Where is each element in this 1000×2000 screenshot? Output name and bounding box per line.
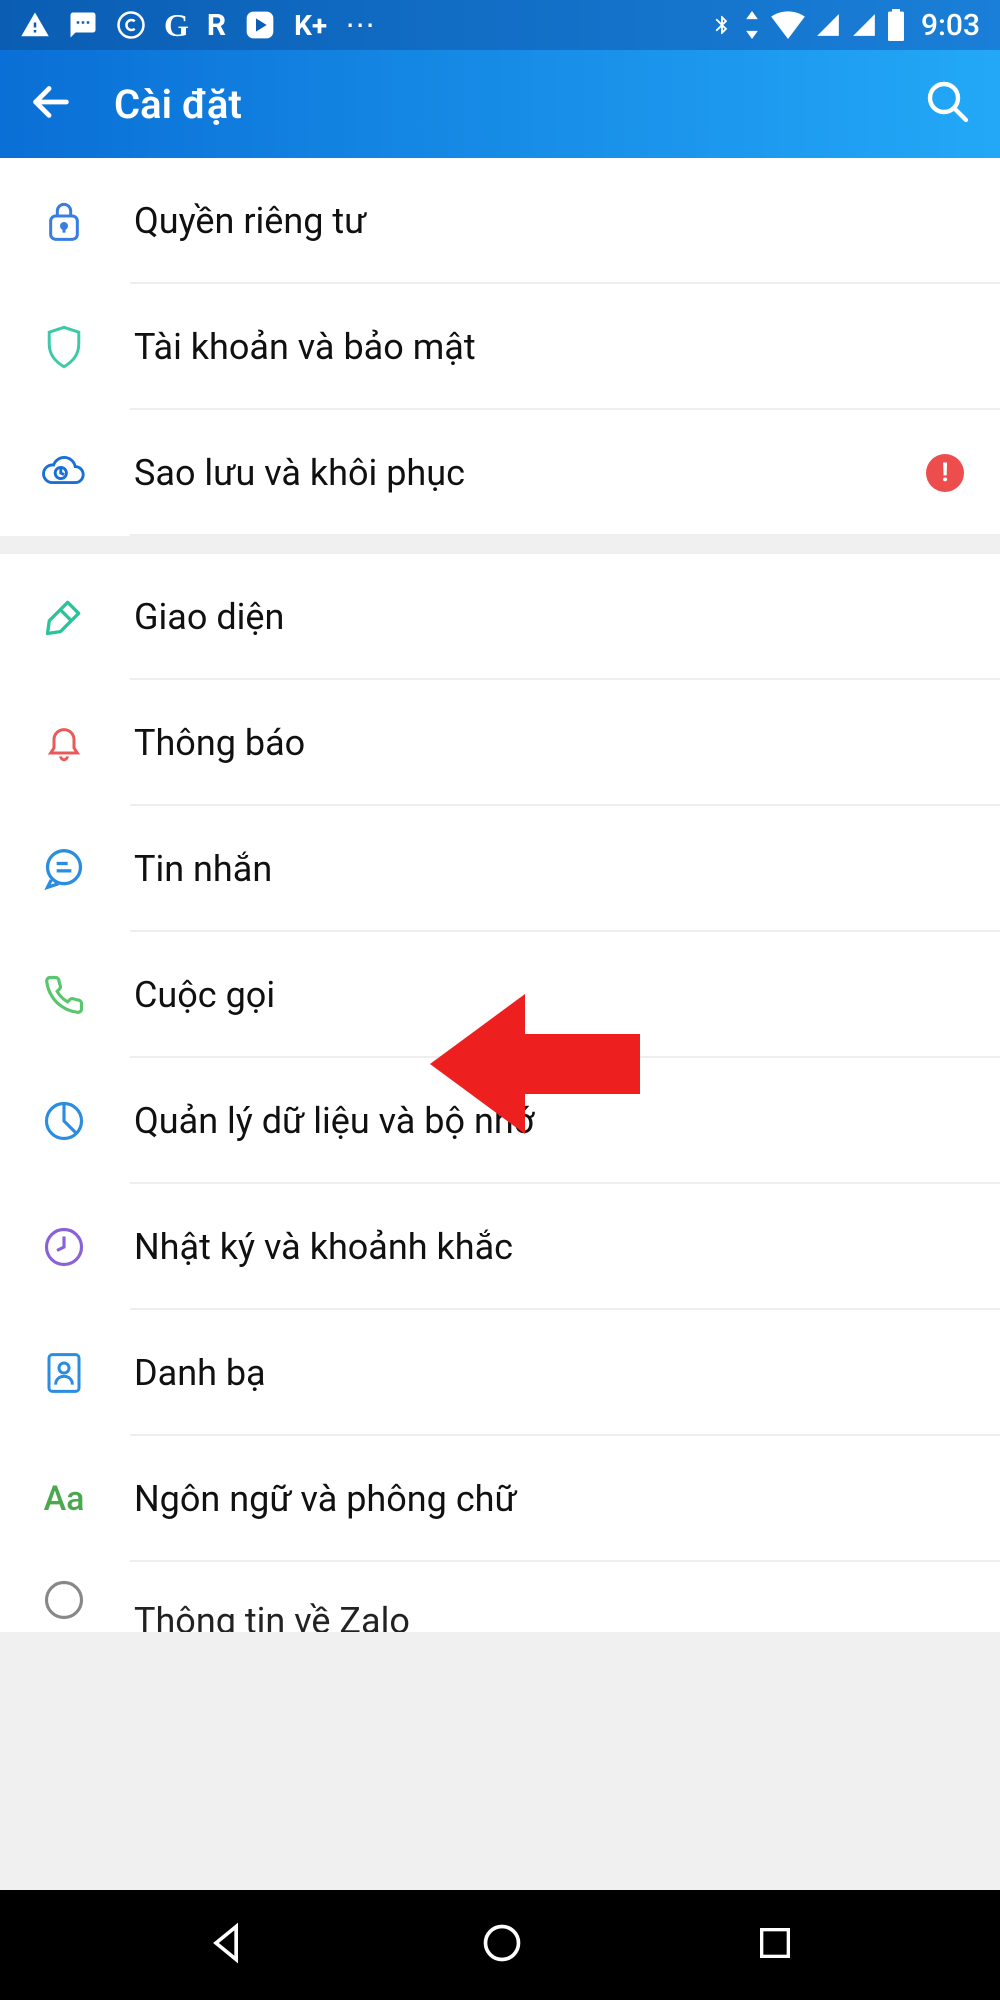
item-label: Ngôn ngữ và phông chữ bbox=[134, 1478, 964, 1520]
signal-icon-2 bbox=[851, 12, 877, 38]
bell-icon bbox=[40, 719, 88, 767]
play-icon bbox=[244, 9, 276, 41]
item-label: Quyền riêng tư bbox=[134, 200, 964, 242]
settings-item-notifications[interactable]: Thông báo bbox=[0, 680, 1000, 806]
settings-item-contacts[interactable]: Danh bạ bbox=[0, 1310, 1000, 1436]
item-label: Tài khoản và bảo mật bbox=[134, 326, 964, 368]
search-button[interactable] bbox=[924, 78, 972, 130]
wifi-icon bbox=[771, 11, 805, 39]
contact-icon bbox=[40, 1349, 88, 1397]
brush-icon bbox=[40, 593, 88, 641]
settings-item-backup-restore[interactable]: Sao lưu và khôi phục ! bbox=[0, 410, 1000, 536]
sync-icon bbox=[743, 11, 761, 39]
android-nav-bar bbox=[0, 1890, 1000, 2000]
back-button[interactable] bbox=[28, 79, 74, 129]
settings-item-messages[interactable]: Tin nhắn bbox=[0, 806, 1000, 932]
item-label: Thông tin về Zalo bbox=[134, 1600, 964, 1632]
nav-home-button[interactable] bbox=[480, 1921, 524, 1969]
status-time: 9:03 bbox=[921, 8, 980, 43]
kplus-icon: K+ bbox=[294, 9, 327, 42]
settings-item-language-font[interactable]: Aa Ngôn ngữ và phông chữ bbox=[0, 1436, 1000, 1562]
lock-icon bbox=[40, 197, 88, 245]
settings-item-calls[interactable]: Cuộc gọi bbox=[0, 932, 1000, 1058]
font-icon: Aa bbox=[40, 1475, 88, 1523]
warning-icon bbox=[20, 10, 50, 40]
chat-icon bbox=[68, 10, 98, 40]
item-label: Tin nhắn bbox=[134, 848, 964, 890]
item-label: Danh bạ bbox=[134, 1352, 964, 1394]
copyright-icon bbox=[116, 10, 146, 40]
message-icon bbox=[40, 845, 88, 893]
clock-icon bbox=[40, 1223, 88, 1271]
settings-item-about[interactable]: Thông tin về Zalo bbox=[0, 1562, 1000, 1632]
more-icon: ⋯ bbox=[345, 8, 377, 43]
nav-back-button[interactable] bbox=[205, 1921, 249, 1969]
nav-recent-button[interactable] bbox=[755, 1923, 795, 1967]
g-icon: G bbox=[164, 7, 189, 44]
chart-icon bbox=[40, 1097, 88, 1145]
bluetooth-icon bbox=[711, 10, 733, 40]
shield-icon bbox=[40, 323, 88, 371]
status-right: 9:03 bbox=[711, 8, 980, 43]
status-left: G R K+ ⋯ bbox=[20, 7, 377, 44]
phone-icon bbox=[40, 971, 88, 1019]
battery-icon bbox=[887, 9, 905, 41]
item-label: Quản lý dữ liệu và bộ nhớ bbox=[134, 1100, 964, 1142]
settings-item-data-storage[interactable]: Quản lý dữ liệu và bộ nhớ bbox=[0, 1058, 1000, 1184]
alert-badge-icon: ! bbox=[926, 454, 964, 492]
settings-item-theme[interactable]: Giao diện bbox=[0, 554, 1000, 680]
settings-item-privacy[interactable]: Quyền riêng tư bbox=[0, 158, 1000, 284]
item-label: Cuộc gọi bbox=[134, 974, 964, 1016]
signal-icon-1 bbox=[815, 12, 841, 38]
page-title: Cài đặt bbox=[114, 81, 924, 128]
settings-item-timeline[interactable]: Nhật ký và khoảnh khắc bbox=[0, 1184, 1000, 1310]
info-icon bbox=[40, 1576, 88, 1624]
settings-section-general: Giao diện Thông báo Tin nhắn Cuộc gọi Qu… bbox=[0, 554, 1000, 1562]
item-label: Sao lưu và khôi phục bbox=[134, 452, 926, 494]
status-bar: G R K+ ⋯ 9:03 bbox=[0, 0, 1000, 50]
item-label: Thông báo bbox=[134, 722, 964, 764]
r-icon: R bbox=[207, 8, 226, 43]
item-label: Giao diện bbox=[134, 596, 964, 638]
settings-section-privacy: Quyền riêng tư Tài khoản và bảo mật Sao … bbox=[0, 158, 1000, 536]
cloud-backup-icon bbox=[40, 449, 88, 497]
item-label: Nhật ký và khoảnh khắc bbox=[134, 1226, 964, 1268]
settings-item-account-security[interactable]: Tài khoản và bảo mật bbox=[0, 284, 1000, 410]
app-header: Cài đặt bbox=[0, 50, 1000, 158]
